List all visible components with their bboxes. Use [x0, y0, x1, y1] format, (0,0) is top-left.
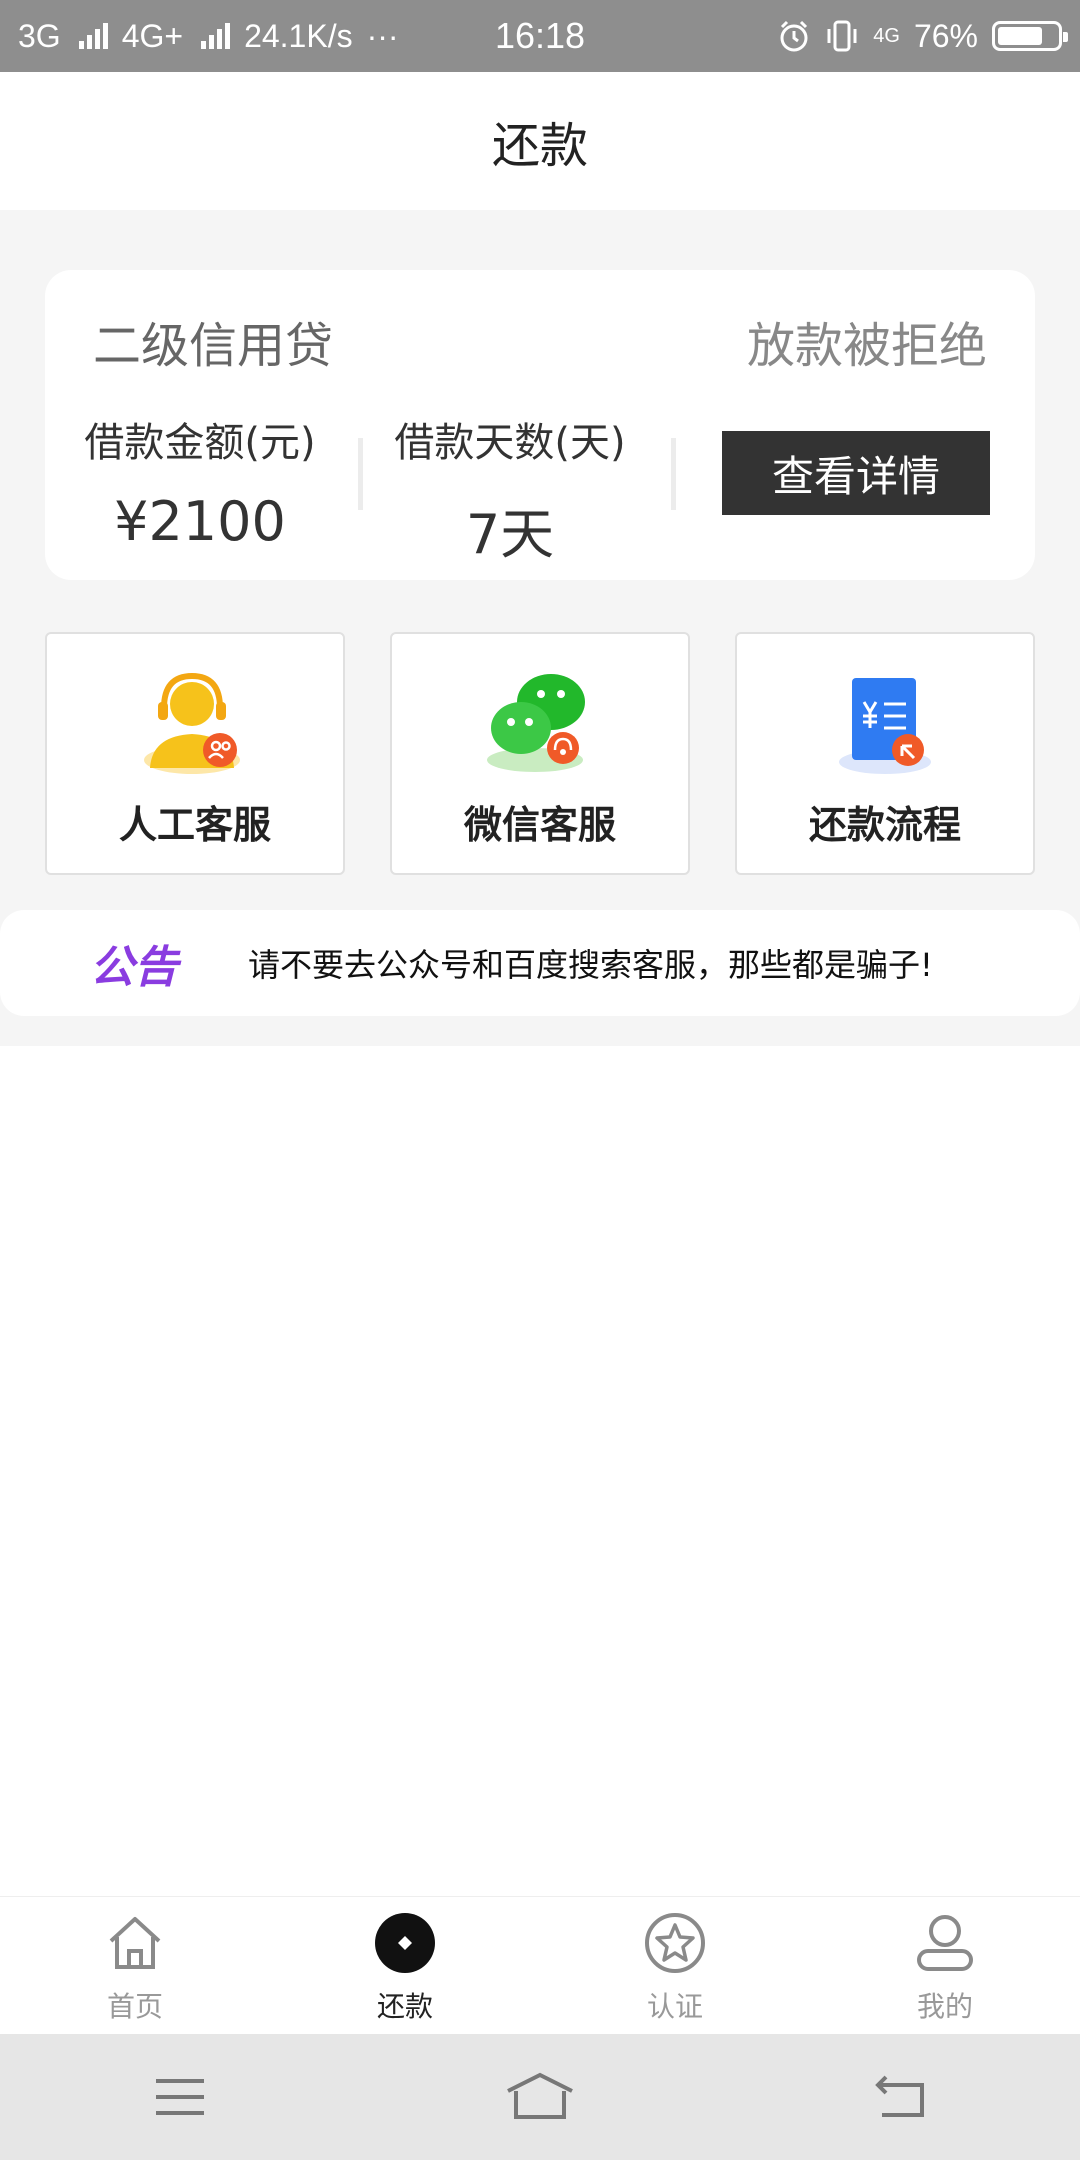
page-title: 还款	[491, 118, 588, 174]
tile-label: 还款流程	[808, 803, 961, 847]
nav-label: 还款	[376, 1990, 433, 2023]
service-tile-customer-service[interactable]: 人工客服	[45, 632, 345, 875]
nav-label: 认证	[646, 1990, 703, 2023]
bottom-nav: 首页 还款 认证 我的	[0, 1896, 1080, 2034]
home-icon	[109, 1917, 161, 1969]
repayment-doc-icon	[839, 678, 931, 774]
alarm-icon	[780, 20, 808, 52]
service-tile-repayment-process[interactable]: 还款流程	[735, 632, 1035, 875]
back-icon	[875, 2075, 924, 2117]
view-details-button[interactable]: 查看详情	[722, 431, 990, 515]
divider	[671, 438, 676, 510]
system-nav-bar	[0, 2034, 1080, 2160]
network-4g-label: 4G+	[121, 17, 184, 54]
signal-icon	[78, 23, 108, 49]
customer-service-icon	[144, 672, 240, 774]
battery-icon	[992, 21, 1068, 51]
nav-item-mine[interactable]: 我的	[810, 1897, 1080, 2034]
menu-icon	[156, 2079, 204, 2115]
loan-amount-label: 借款金额(元)	[84, 420, 316, 466]
vibrate-icon	[827, 20, 857, 52]
notice-badge: 公告	[90, 942, 178, 993]
nav-label: 首页	[106, 1990, 163, 2023]
wechat-icon	[487, 674, 585, 772]
nav-item-home[interactable]: 首页	[0, 1897, 270, 2034]
product-name: 二级信用贷	[93, 318, 334, 374]
nav-item-verify[interactable]: 认证	[540, 1897, 810, 2034]
status-bar: 3G 4G+ 24.1K/s ··· 16:18 4G 76%	[0, 0, 1080, 72]
lte-label: 4G	[873, 25, 900, 47]
status-right: 4G 76%	[777, 17, 1068, 55]
content-area	[0, 1046, 1080, 1896]
tile-label: 人工客服	[118, 803, 271, 847]
net-speed: 24.1K/s	[244, 17, 353, 54]
loan-days: 借款天数(天) 7天	[360, 410, 660, 569]
battery-percent: 76%	[913, 17, 978, 54]
nav-label: 我的	[916, 1990, 973, 2023]
loan-amount-value: ¥2100	[114, 490, 286, 553]
notice-bar: 公告 请不要去公众号和百度搜索客服，那些都是骗子!	[0, 910, 1080, 1016]
back-button[interactable]	[855, 2067, 945, 2127]
user-icon	[917, 1915, 973, 1971]
home-outline-icon	[507, 2072, 573, 2119]
nav-item-repay[interactable]: 还款	[270, 1897, 540, 2034]
notice-text: 请不要去公众号和百度搜索客服，那些都是骗子!	[248, 946, 933, 984]
loan-status: 放款被拒绝	[746, 318, 987, 374]
network-3g-label: 3G	[18, 17, 61, 54]
more-dots: ···	[366, 17, 399, 54]
star-badge-icon	[645, 1913, 705, 1973]
loan-days-value: 7天	[465, 503, 555, 566]
tile-label: 微信客服	[463, 803, 616, 847]
battery-fill	[998, 27, 1043, 45]
signal-icon	[201, 23, 231, 49]
status-left: 3G 4G+ 24.1K/s ···	[18, 18, 399, 55]
menu-button[interactable]	[135, 2067, 225, 2127]
loan-card: 二级信用贷 放款被拒绝 借款金额(元) ¥2100 借款天数(天) 7天 查看详…	[45, 270, 1035, 580]
loan-amount: 借款金额(元) ¥2100	[45, 410, 355, 553]
service-tile-wechat[interactable]: 微信客服	[390, 632, 690, 875]
repay-icon	[375, 1913, 435, 1973]
page-header: 还款	[0, 72, 1080, 210]
loan-days-label: 借款天数(天)	[394, 420, 626, 466]
home-button[interactable]	[495, 2067, 585, 2127]
